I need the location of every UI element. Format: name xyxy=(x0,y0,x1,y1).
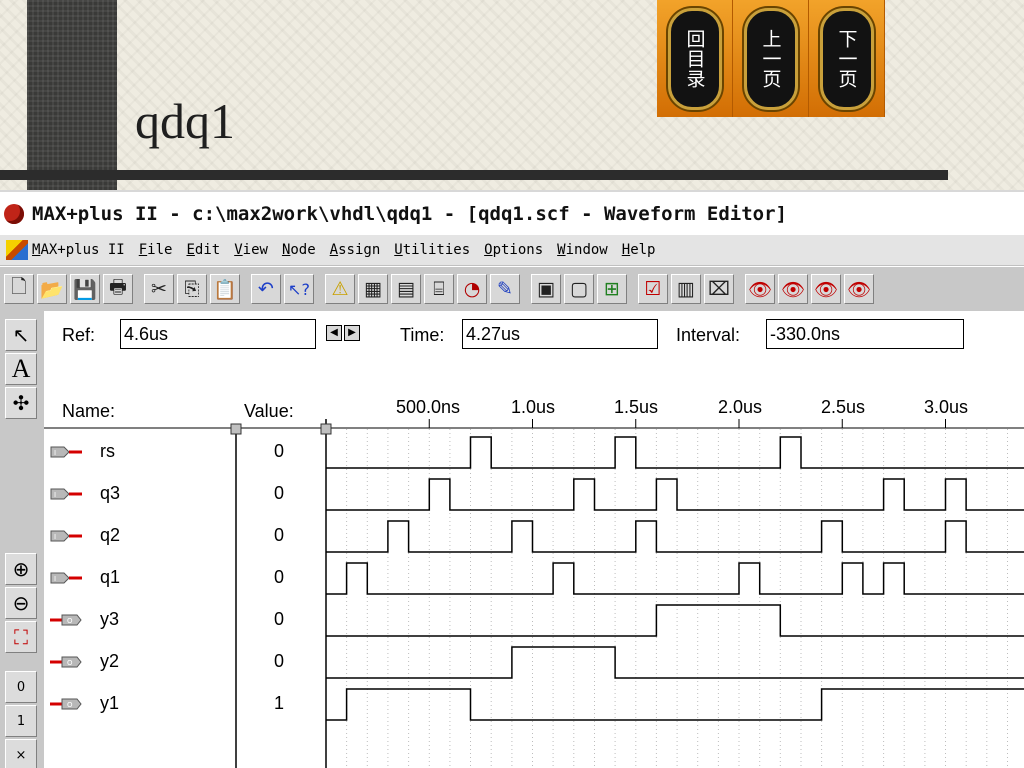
menu-edit[interactable]: Edit xyxy=(186,242,220,258)
signal-value: 0 xyxy=(274,483,285,503)
fit-window-icon[interactable]: ⛶ xyxy=(5,621,37,653)
input-pin-icon: I xyxy=(50,572,82,584)
signal-value: 0 xyxy=(274,567,285,587)
signal-row[interactable]: Oy3 0 xyxy=(44,600,1024,642)
eye-bus-icon[interactable]: 👁 xyxy=(844,274,874,304)
nav-next-button[interactable]: 下一页 xyxy=(809,0,885,117)
copy-icon[interactable]: ⎘ xyxy=(177,274,207,304)
signal-name: y1 xyxy=(100,693,120,713)
signal-value: 0 xyxy=(274,651,285,671)
signal-row[interactable]: Oy2 0 xyxy=(44,642,1024,684)
signal-value: 1 xyxy=(274,693,285,713)
slide-divider xyxy=(0,170,948,180)
output-pin-icon: O xyxy=(50,698,82,710)
toolbar: 🗋 📂 💾 🖶 ✂ ⎘ 📋 ↶ ↖? ⚠ ▦ ▤ ⌸ ◔ ✎ ▣ ▢ ⊞ ☑ ▥… xyxy=(0,266,1024,312)
help-pointer-icon[interactable]: ↖? xyxy=(284,274,314,304)
level-1-icon[interactable]: 1 xyxy=(5,705,37,737)
svg-text:O: O xyxy=(67,617,73,625)
open-folder-icon[interactable]: 📂 xyxy=(37,274,67,304)
signal-row[interactable]: Iq1 0 xyxy=(44,558,1024,600)
zoom-out-icon[interactable]: ⊖ xyxy=(5,587,37,619)
nav-prev-label: 上一页 xyxy=(743,7,798,110)
paste-icon[interactable]: 📋 xyxy=(210,274,240,304)
nav-next-label: 下一页 xyxy=(819,7,874,110)
nav-toc-button[interactable]: 回目录 xyxy=(657,0,733,117)
menu-options[interactable]: Options xyxy=(484,242,543,258)
project-hierarchy-icon[interactable]: ▣ xyxy=(531,274,561,304)
slide-title: qdq1 xyxy=(135,93,235,149)
app-window: MAX+plus II - c:\max2work\vhdl\qdq1 - [q… xyxy=(0,190,1024,768)
signal-value: 0 xyxy=(274,609,285,629)
signal-name: q2 xyxy=(100,525,121,545)
signal-value: 0 xyxy=(274,441,285,461)
output-pin-icon: O xyxy=(50,656,82,668)
signal-row[interactable]: Oy1 1 xyxy=(44,684,1024,726)
input-pin-icon: I xyxy=(50,446,82,458)
eye-signal-icon[interactable]: 👁 xyxy=(811,274,841,304)
programmer-icon[interactable]: ✎ xyxy=(490,274,520,304)
output-pin-icon: O xyxy=(50,614,82,626)
signal-row[interactable]: Iq2 0 xyxy=(44,516,1024,558)
svg-text:I: I xyxy=(54,491,56,499)
save-icon[interactable]: 💾 xyxy=(70,274,100,304)
slide-decor-bar xyxy=(27,0,117,192)
signal-value: 0 xyxy=(274,525,285,545)
simulate-icon[interactable]: ⌧ xyxy=(704,274,734,304)
maxplus-logo-icon xyxy=(6,240,28,260)
input-pin-icon: I xyxy=(50,530,82,542)
signal-row[interactable]: Iq3 0 xyxy=(44,474,1024,516)
window-title: MAX+plus II - c:\max2work\vhdl\qdq1 - [q… xyxy=(32,202,787,225)
signal-name: y3 xyxy=(100,609,120,629)
signal-name: rs xyxy=(100,441,115,461)
print-icon[interactable]: 🖶 xyxy=(103,274,133,304)
nav-toc-label: 回目录 xyxy=(667,7,722,110)
project-save-compile-icon[interactable]: ⊞ xyxy=(597,274,627,304)
timing-analyzer-icon[interactable]: ◔ xyxy=(457,274,487,304)
menu-file[interactable]: File xyxy=(139,242,173,258)
cut-icon[interactable]: ✂ xyxy=(144,274,174,304)
nav-prev-button[interactable]: 上一页 xyxy=(733,0,809,117)
menu-utilities[interactable]: Utilities xyxy=(394,242,470,258)
app-icon xyxy=(4,203,24,224)
svg-text:I: I xyxy=(54,575,56,583)
svg-text:I: I xyxy=(54,449,56,457)
level-0-icon[interactable]: 0 xyxy=(5,671,37,703)
svg-text:I: I xyxy=(54,533,56,541)
hierarchy-warning-icon[interactable]: ⚠ xyxy=(325,274,355,304)
title-bar[interactable]: MAX+plus II - c:\max2work\vhdl\qdq1 - [q… xyxy=(0,190,1024,236)
menu-view[interactable]: View xyxy=(234,242,268,258)
menu-bar: MAX+plus II File Edit View Node Assign U… xyxy=(0,235,1024,265)
svg-text:O: O xyxy=(67,659,73,667)
eye-ba-icon[interactable]: 👁 xyxy=(778,274,808,304)
tool-palette: ↖ A ✣ ⊕ ⊖ ⛶ 0 1 × xyxy=(0,311,45,768)
slide-nav: 回目录 上一页 下一页 xyxy=(657,0,885,117)
signal-row[interactable]: Irs 0 xyxy=(44,432,1024,474)
svg-text:O: O xyxy=(67,701,73,709)
signal-name: q3 xyxy=(100,483,121,503)
input-pin-icon: I xyxy=(50,488,82,500)
floorplan-icon[interactable]: ▦ xyxy=(358,274,388,304)
menu-node[interactable]: Node xyxy=(282,242,316,258)
menu-help[interactable]: Help xyxy=(622,242,656,258)
menu-window[interactable]: Window xyxy=(557,242,608,258)
level-x-icon[interactable]: × xyxy=(5,739,37,768)
waveform-editor: Ref: 4.6us ◀ ▶ Time: 4.27us Interval: -3… xyxy=(44,311,1024,768)
new-file-icon[interactable]: 🗋 xyxy=(4,274,34,304)
node-tool-icon[interactable]: ✣ xyxy=(5,387,37,419)
pointer-tool-icon[interactable]: ↖ xyxy=(5,319,37,351)
text-tool-icon[interactable]: A xyxy=(5,353,37,385)
project-save-icon[interactable]: ▥ xyxy=(671,274,701,304)
compiler-icon[interactable]: ▤ xyxy=(391,274,421,304)
eye-a-icon[interactable]: 👁 xyxy=(745,274,775,304)
menu-assign[interactable]: Assign xyxy=(330,242,381,258)
simulator-icon[interactable]: ⌸ xyxy=(424,274,454,304)
undo-icon[interactable]: ↶ xyxy=(251,274,281,304)
project-set-icon[interactable]: ▢ xyxy=(564,274,594,304)
zoom-in-icon[interactable]: ⊕ xyxy=(5,553,37,585)
menu-maxplus[interactable]: MAX+plus II xyxy=(32,242,125,258)
signal-name: y2 xyxy=(100,651,120,671)
project-save-check-icon[interactable]: ☑ xyxy=(638,274,668,304)
time-axis-ticks xyxy=(428,419,946,428)
signal-name: q1 xyxy=(100,567,121,587)
